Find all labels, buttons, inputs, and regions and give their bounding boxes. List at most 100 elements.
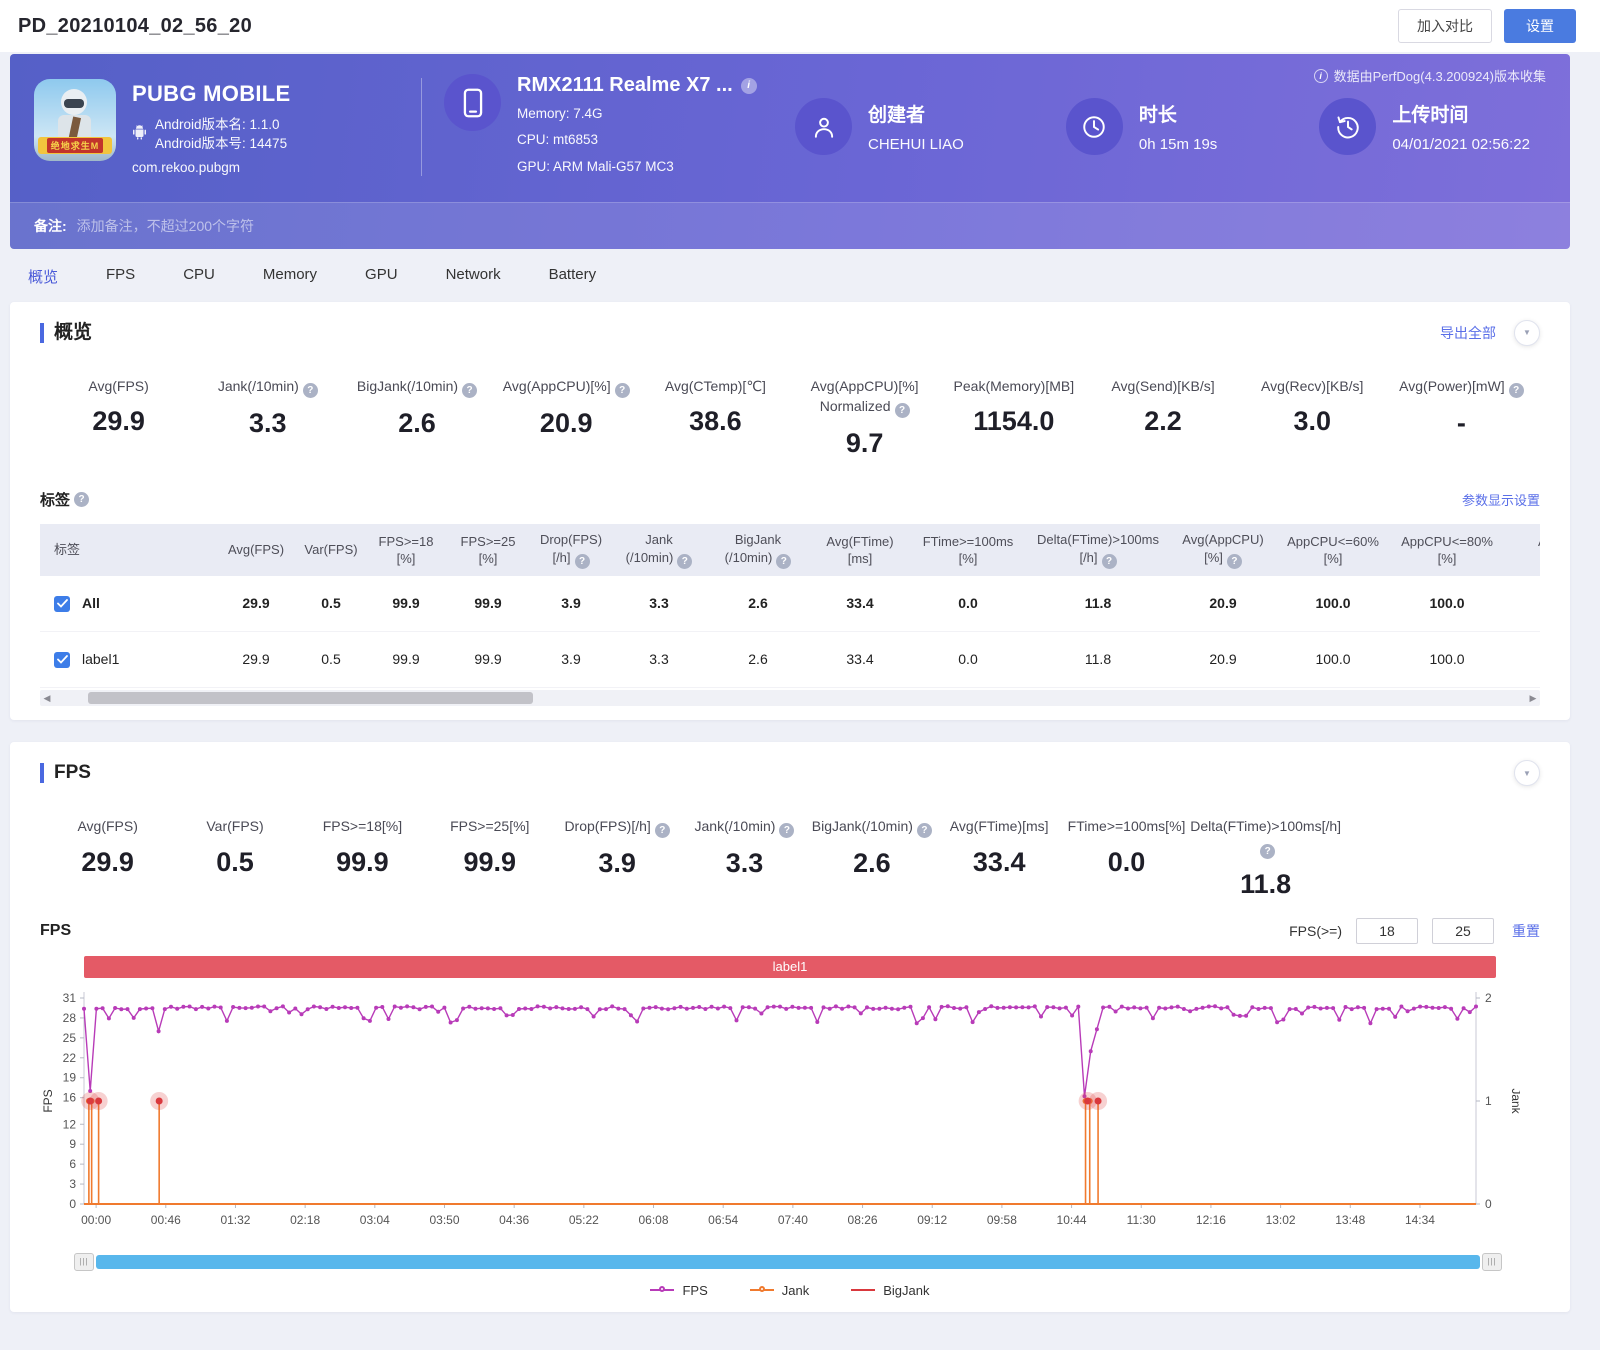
collapse-overview-button[interactable]: ▼	[1514, 320, 1540, 346]
column-header: Avg(FPS)	[215, 524, 297, 576]
table-hscrollbar: ◀ ▶	[40, 690, 1540, 706]
creator-label: 创建者	[868, 100, 964, 127]
svg-text:19: 19	[63, 1070, 77, 1084]
legend-marker	[750, 1289, 774, 1291]
help-icon[interactable]: ?	[1509, 383, 1524, 398]
help-icon[interactable]: ?	[779, 823, 794, 838]
svg-text:00:00: 00:00	[81, 1213, 111, 1227]
column-label-unit: [%]	[1438, 550, 1457, 568]
tab-Network[interactable]: Network	[446, 266, 501, 287]
help-icon[interactable]: ?	[74, 492, 89, 507]
value-cell: 0.0	[909, 576, 1027, 631]
help-icon[interactable]: ?	[1260, 844, 1275, 859]
column-label: 标签	[54, 541, 80, 559]
export-all-link[interactable]: 导出全部	[1440, 323, 1496, 343]
hscroll-thumb[interactable]	[88, 692, 533, 704]
help-icon[interactable]: ?	[776, 554, 791, 569]
chart-scroll-track[interactable]	[96, 1255, 1480, 1269]
metric-label: Avg(Power)[mW]?	[1387, 376, 1536, 398]
column-label-unit: [ms]	[848, 550, 873, 568]
help-icon[interactable]: ?	[575, 554, 590, 569]
legend-item-Jank[interactable]: Jank	[750, 1283, 809, 1298]
metric-value: 3.3	[681, 848, 808, 879]
chart-scroll-left-grip[interactable]: |||	[74, 1253, 94, 1271]
person-icon	[795, 98, 852, 155]
help-icon[interactable]: ?	[917, 823, 932, 838]
help-icon[interactable]: ?	[615, 383, 630, 398]
tab-FPS[interactable]: FPS	[106, 266, 135, 287]
tab-Battery[interactable]: Battery	[549, 266, 597, 287]
scroll-left-arrow[interactable]: ◀	[40, 690, 54, 706]
metric: Avg(Recv)[KB/s]3.0	[1238, 376, 1387, 459]
legend-marker	[650, 1289, 674, 1291]
metric-label: Avg(FPS)	[44, 376, 193, 396]
tab-Memory[interactable]: Memory	[263, 266, 317, 287]
value-cell: 29.9	[215, 632, 297, 687]
metric-value: 0.0	[1063, 847, 1190, 878]
help-icon[interactable]: ?	[677, 554, 692, 569]
chart-scroll-right-grip[interactable]: |||	[1482, 1253, 1502, 1271]
column-label: Avg(AppCPU)	[1182, 531, 1263, 549]
svg-text:9: 9	[69, 1137, 76, 1151]
svg-text:07:40: 07:40	[778, 1213, 808, 1227]
metric-value: 29.9	[44, 406, 193, 437]
fps-threshold-input-1[interactable]	[1356, 918, 1418, 944]
settings-button[interactable]: 设置	[1504, 9, 1576, 43]
help-icon[interactable]: ?	[303, 383, 318, 398]
column-label-unit: [%]	[1324, 550, 1343, 568]
tab-CPU[interactable]: CPU	[183, 266, 215, 287]
metric-label: Avg(CTemp)[℃]	[641, 376, 790, 396]
metric-label: FTime>=100ms[%]	[1063, 816, 1190, 836]
help-icon[interactable]: ?	[895, 403, 910, 418]
overview-metrics-row: Avg(FPS)29.9Jank(/10min)?3.3BigJank(/10m…	[40, 346, 1540, 483]
column-label: Avg(FTime)	[826, 533, 893, 551]
note-bar[interactable]: 备注: 添加备注，不超过200个字符	[10, 202, 1570, 249]
value-cell: 99.9	[365, 576, 447, 631]
fps-title: FPS	[40, 763, 91, 783]
legend-item-BigJank[interactable]: BigJank	[851, 1283, 929, 1298]
metric: BigJank(/10min)?2.6	[808, 816, 935, 899]
value-cell: 3.3	[613, 576, 705, 631]
help-icon[interactable]: ?	[1227, 554, 1242, 569]
legend-marker-dot	[659, 1286, 665, 1292]
label-checkbox[interactable]	[54, 652, 70, 668]
fps-threshold-input-2[interactable]	[1432, 918, 1494, 944]
metric-value: 0.5	[171, 847, 298, 878]
svg-text:03:50: 03:50	[429, 1213, 459, 1227]
metric-label: Avg(AppCPU)[%]?	[492, 376, 641, 398]
metric-value: 11.8	[1190, 869, 1341, 900]
bigjank-markers	[81, 1092, 1107, 1110]
help-icon[interactable]: ?	[1102, 554, 1117, 569]
help-icon[interactable]: ?	[462, 383, 477, 398]
svg-text:11:30: 11:30	[1127, 1213, 1156, 1227]
reset-link[interactable]: 重置	[1512, 921, 1540, 941]
column-label: Delta(FTime)>100ms	[1037, 531, 1159, 549]
help-icon[interactable]: ?	[655, 823, 670, 838]
device-name: RMX2111 Realme X7 ...	[517, 74, 733, 97]
collapse-fps-button[interactable]: ▼	[1514, 760, 1540, 786]
tab-GPU[interactable]: GPU	[365, 266, 398, 287]
param-display-settings-link[interactable]: 参数显示设置	[1462, 490, 1540, 509]
legend-item-FPS[interactable]: FPS	[650, 1283, 707, 1298]
phone-icon	[444, 74, 501, 131]
column-label: Avg(FPS)	[228, 541, 284, 559]
metric: FTime>=100ms[%] 0.0	[1063, 816, 1190, 899]
label-checkbox[interactable]	[54, 596, 70, 612]
overview-title: 概览	[40, 323, 92, 343]
tab-bar: 概览 FPS CPU Memory GPU Network Battery	[0, 249, 1600, 302]
add-compare-button[interactable]: 加入对比	[1398, 9, 1492, 43]
svg-text:6: 6	[69, 1157, 76, 1171]
metric-label: BigJank(/10min)?	[342, 376, 491, 398]
meta-blocks: 创建者 CHEHUI LIAO 时长 0h 15m 19s 上传时间	[789, 98, 1546, 155]
metric: Avg(CTemp)[℃]38.6	[641, 376, 790, 459]
metric-label: Avg(Recv)[KB/s]	[1238, 376, 1387, 396]
android-icon	[132, 123, 147, 145]
metric-label: Jank(/10min)?	[193, 376, 342, 398]
scroll-right-arrow[interactable]: ▶	[1526, 690, 1540, 706]
value-cell: 100.0	[1277, 576, 1389, 631]
device-info-icon[interactable]: i	[741, 78, 757, 94]
column-header: Avg(Total[%]	[1505, 524, 1540, 576]
label-cell: All	[40, 576, 215, 631]
tab-概览[interactable]: 概览	[28, 266, 58, 287]
metric-value: 29.9	[44, 847, 171, 878]
